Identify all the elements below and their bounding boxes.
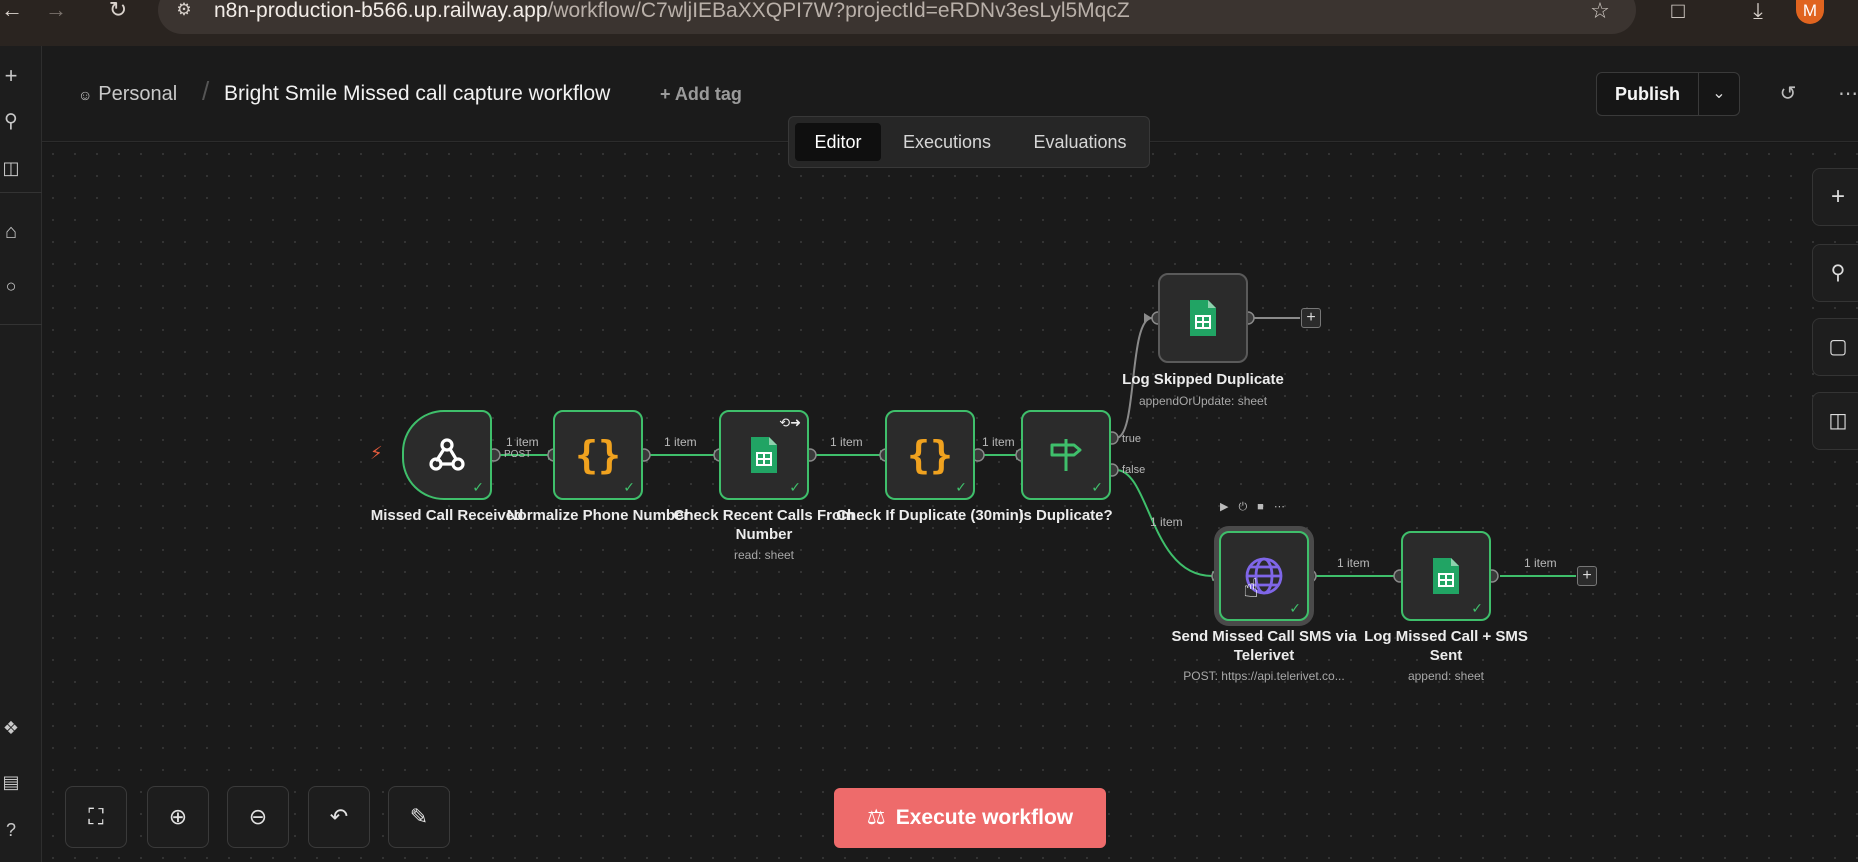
edge-item-count: 1 item <box>830 435 863 449</box>
success-check-icon: ✓ <box>1471 600 1483 616</box>
node-subtitle: read: sheet <box>733 548 795 562</box>
node-send-missed-call-sms[interactable]: ✓ <box>1219 531 1309 621</box>
mode-tabs: Editor Executions Evaluations <box>788 116 1150 168</box>
play-icon[interactable]: ▶ <box>1220 501 1238 513</box>
tab-editor[interactable]: Editor <box>795 123 881 161</box>
success-check-icon: ✓ <box>623 479 635 495</box>
add-node-icon[interactable]: + <box>1812 168 1858 226</box>
search-nodes-icon[interactable]: ⚲ <box>1812 244 1858 302</box>
node-log-skipped-duplicate[interactable] <box>1158 273 1248 363</box>
node-label: Log Skipped Duplicate <box>1122 371 1284 388</box>
loop-icon: ⟲➜ <box>779 415 801 430</box>
node-subtitle: appendOrUpdate: sheet <box>1138 394 1268 408</box>
zoom-out-button[interactable]: ⊖ <box>227 786 289 848</box>
node-label: Send Missed Call SMS via Telerivet <box>1171 628 1357 664</box>
node-missed-call-received[interactable]: ✓ <box>402 410 492 500</box>
success-check-icon: ✓ <box>1091 479 1103 495</box>
node-subtitle: append: sheet <box>1407 669 1485 683</box>
more-icon[interactable]: ⋯ <box>1274 501 1295 513</box>
undo-button[interactable]: ↶ <box>308 786 370 848</box>
add-next-node-button[interactable]: + <box>1577 566 1597 586</box>
execute-workflow-button[interactable]: ⚖ Execute workflow <box>834 788 1106 848</box>
undo-icon: ↶ <box>329 804 349 829</box>
power-icon[interactable]: ⏻ <box>1238 501 1257 513</box>
execute-label: Execute workflow <box>895 806 1074 829</box>
google-sheets-icon <box>1160 275 1246 361</box>
node-label: Is Duplicate? <box>1019 507 1113 524</box>
node-check-if-duplicate[interactable]: {} ✓ <box>885 410 975 500</box>
side-panel-icon[interactable]: ◫ <box>1812 392 1858 450</box>
zoom-in-icon: ⊕ <box>168 804 188 829</box>
success-check-icon: ✓ <box>955 479 967 495</box>
fit-view-icon: ⛶ <box>88 804 104 829</box>
node-check-recent-calls[interactable]: ✓ ⟲➜ <box>719 410 809 500</box>
zoom-out-icon: ⊖ <box>248 804 268 829</box>
pointer-cursor-icon: ☝ <box>1243 573 1259 603</box>
node-label: Log Missed Call + SMS Sent <box>1364 628 1528 664</box>
false-branch-label: false <box>1122 464 1146 476</box>
add-next-node-button[interactable]: + <box>1301 308 1321 328</box>
fit-view-button[interactable]: ⛶ <box>65 786 127 848</box>
node-is-duplicate[interactable]: ✓ <box>1021 410 1111 500</box>
edge-method-label: POST <box>504 449 532 460</box>
edge-item-count: 1 item <box>664 435 697 449</box>
edge-item-count: 1 item <box>1337 556 1370 570</box>
edge-item-count: 1 item <box>1150 515 1183 529</box>
node-toolbar: ▶⏻■⋯ <box>1220 500 1295 514</box>
node-normalize-phone-number[interactable]: {} ✓ <box>553 410 643 500</box>
success-check-icon: ✓ <box>472 479 484 495</box>
success-check-icon: ✓ <box>789 479 801 495</box>
zoom-in-button[interactable]: ⊕ <box>147 786 209 848</box>
tab-executions[interactable]: Executions <box>885 123 1009 161</box>
node-log-missed-call-sms-sent[interactable]: ✓ <box>1401 531 1491 621</box>
tidy-up-button[interactable]: ✎ <box>388 786 450 848</box>
edge-item-count: 1 item <box>1524 556 1557 570</box>
edge-item-count: 1 item <box>982 435 1015 449</box>
edge-item-count: 1 item <box>506 435 539 449</box>
tab-evaluations[interactable]: Evaluations <box>1015 123 1145 161</box>
sticky-note-icon[interactable]: ▢ <box>1812 318 1858 376</box>
success-check-icon: ✓ <box>1289 600 1301 616</box>
flask-icon: ⚖ <box>866 806 886 829</box>
true-branch-label: true <box>1122 433 1141 445</box>
trash-icon[interactable]: ■ <box>1257 501 1274 513</box>
broom-icon: ✎ <box>409 804 429 829</box>
trigger-bolt-icon: ⚡ <box>370 443 383 463</box>
